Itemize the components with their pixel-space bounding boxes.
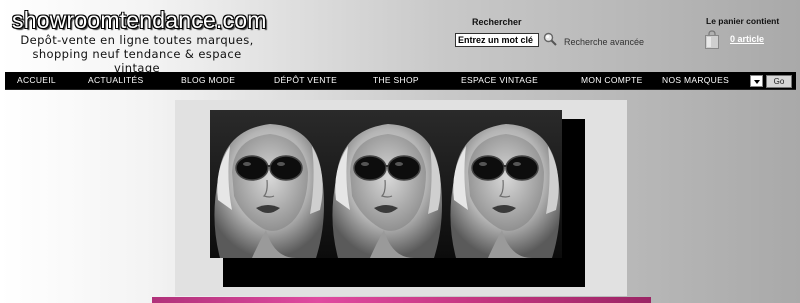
nav-item-depot-vente[interactable]: DÉPÔT VENTE (274, 75, 337, 85)
main-navigation: ACCUEIL ACTUALITÉS BLOG MODE DÉPÔT VENTE… (5, 72, 796, 90)
search-label: Rechercher (472, 17, 522, 27)
nav-item-the-shop[interactable]: THE SHOP (373, 75, 419, 85)
cart-label: Le panier contient (706, 16, 780, 26)
nav-item-nos-marques[interactable]: NOS MARQUES (662, 75, 729, 85)
nav-item-espace-vintage[interactable]: ESPACE VINTAGE (461, 75, 538, 85)
site-header: showroomtendance.com Depôt-vente en lign… (0, 0, 800, 75)
site-tagline: Depôt-vente en ligne toutes marques, sho… (20, 33, 254, 75)
nav-item-accueil[interactable]: ACCUEIL (17, 75, 56, 85)
shopping-bag-icon[interactable] (704, 30, 720, 49)
nav-item-blog-mode[interactable]: BLOG MODE (181, 75, 235, 85)
advanced-search-link[interactable]: Recherche avancée (564, 37, 644, 47)
promo-image-strip (152, 297, 651, 303)
banner-image (210, 110, 562, 258)
nav-item-mon-compte[interactable]: MON COMPTE (581, 75, 643, 85)
site-logo[interactable]: showroomtendance.com (12, 7, 267, 34)
search-icon[interactable] (543, 31, 557, 46)
brands-dropdown[interactable] (750, 75, 763, 87)
nav-item-actualites[interactable]: ACTUALITÉS (88, 75, 143, 85)
cart-count-link[interactable]: 0 article (730, 34, 764, 44)
go-button[interactable]: Go (766, 75, 792, 88)
search-input[interactable] (455, 33, 539, 47)
